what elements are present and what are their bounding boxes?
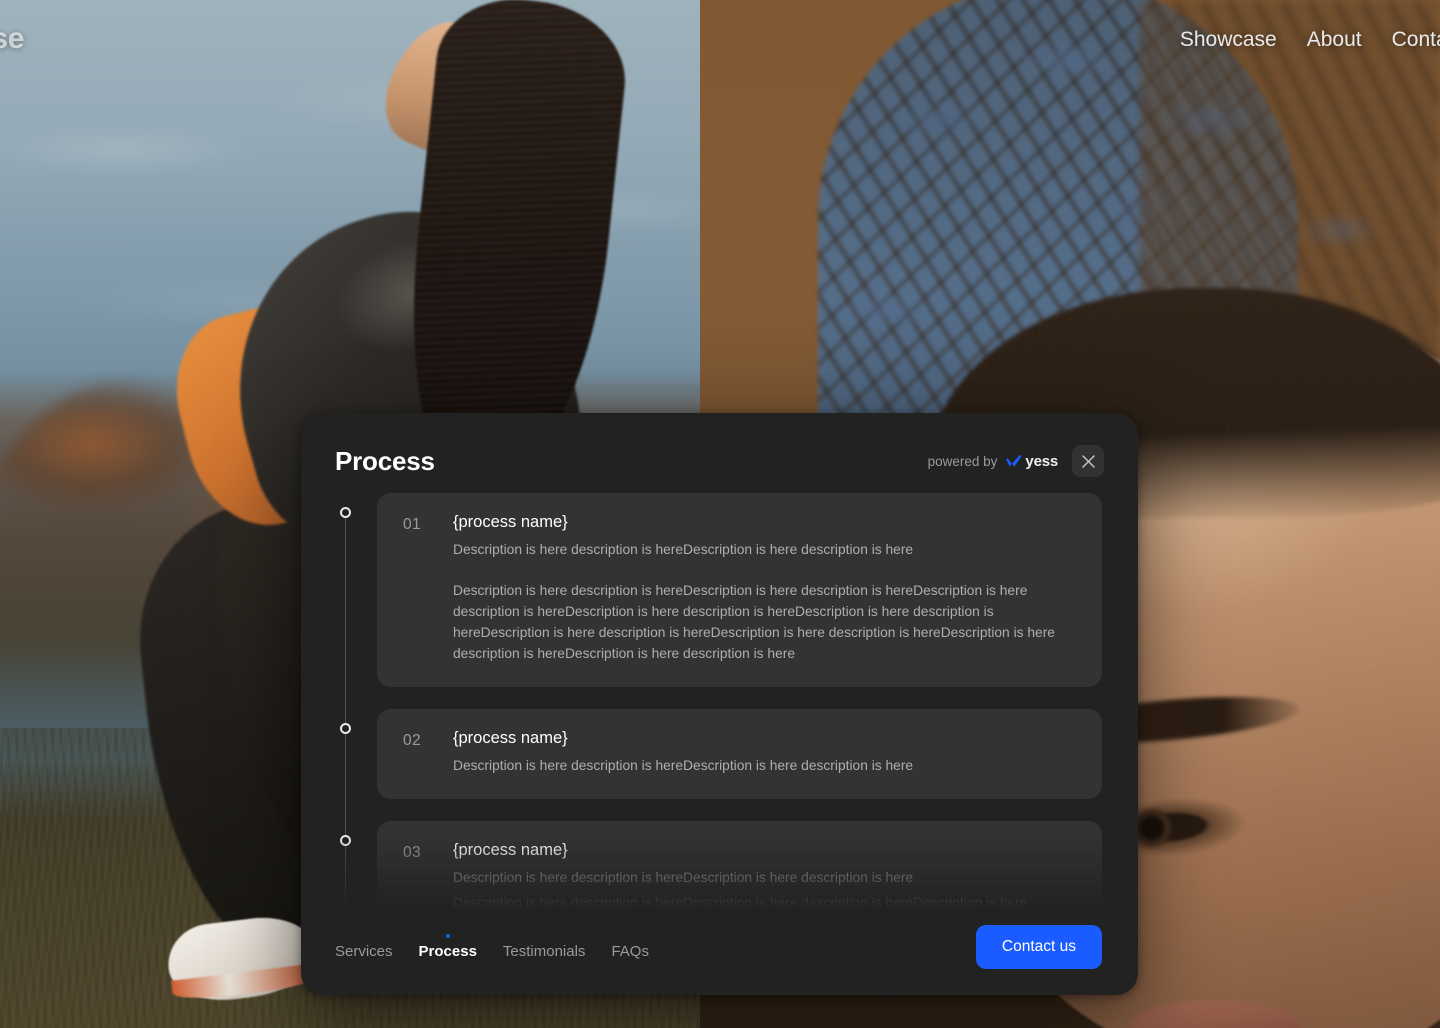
nav-link-about[interactable]: About	[1307, 28, 1362, 52]
modal-header-actions: powered by yess	[928, 445, 1104, 477]
timeline-dot-icon	[340, 834, 351, 846]
list-item[interactable]: 02 {process name} Description is here de…	[335, 708, 1102, 799]
process-step-card[interactable]: 01 {process name} Description is here de…	[377, 493, 1102, 687]
process-timeline: 01 {process name} Description is here de…	[335, 493, 1102, 911]
close-button[interactable]	[1072, 445, 1104, 477]
step-number: 02	[403, 731, 422, 749]
modal-scroll-body: 01 {process name} Description is here de…	[301, 493, 1138, 911]
close-icon	[1081, 454, 1095, 468]
tab-label: FAQs	[611, 943, 649, 960]
nav-link-contact[interactable]: Contact	[1392, 28, 1440, 52]
footer-tab-bar: Services Process Testimonials FAQs	[335, 934, 649, 960]
process-step-card[interactable]: 03 {process name} Description is here de…	[377, 820, 1102, 911]
step-title: {process name}	[453, 728, 568, 747]
process-step-card[interactable]: 02 {process name} Description is here de…	[377, 708, 1102, 799]
step-number: 01	[403, 516, 422, 533]
step-description: Description is here description is hereD…	[453, 582, 1055, 661]
tab-faqs[interactable]: FAQs	[611, 934, 649, 960]
active-tab-dot-icon	[445, 934, 450, 938]
yess-brand-logo[interactable]: yess	[1006, 453, 1058, 470]
tab-label: Services	[335, 943, 393, 960]
yess-check-icon	[1006, 454, 1023, 467]
process-steps-scroll[interactable]: 01 {process name} Description is here de…	[301, 493, 1138, 911]
step-description: Description is here description is hereD…	[453, 894, 1028, 910]
contact-us-button[interactable]: Contact us	[975, 925, 1102, 969]
tab-services[interactable]: Services	[335, 934, 393, 960]
list-item[interactable]: 03 {process name} Description is here de…	[335, 820, 1102, 911]
tab-testimonials[interactable]: Testimonials	[503, 934, 586, 960]
list-item[interactable]: 01 {process name} Description is here de…	[335, 493, 1102, 687]
page-root: rise Showcase About Contact Process powe…	[0, 0, 1440, 1028]
timeline-dot-icon	[340, 722, 351, 734]
process-modal: Process powered by yess 01 {process name…	[301, 413, 1138, 995]
timeline-dot-icon	[340, 507, 351, 518]
yess-wordmark: yess	[1025, 452, 1058, 470]
tab-label: Process	[418, 943, 477, 960]
site-logo[interactable]: rise	[0, 22, 24, 56]
step-title: {process name}	[453, 840, 568, 859]
step-description: Description is here description is hereD…	[453, 869, 914, 885]
modal-footer: Services Process Testimonials FAQs Conta…	[301, 911, 1138, 995]
tab-process[interactable]: Process	[419, 934, 477, 960]
site-top-nav: Showcase About Contact	[1180, 28, 1440, 52]
tab-label: Testimonials	[502, 943, 586, 960]
step-description: Description is here description is hereD…	[453, 757, 914, 773]
step-number: 03	[403, 843, 422, 861]
powered-by-label: powered by	[927, 453, 998, 469]
nav-link-showcase[interactable]: Showcase	[1180, 28, 1277, 52]
modal-header: Process powered by yess	[301, 413, 1138, 493]
powered-by-badge: powered by yess	[927, 453, 1059, 470]
step-title: {process name}	[453, 513, 568, 531]
step-description: Description is here description is hereD…	[453, 542, 914, 557]
page-title: Process	[335, 445, 435, 476]
